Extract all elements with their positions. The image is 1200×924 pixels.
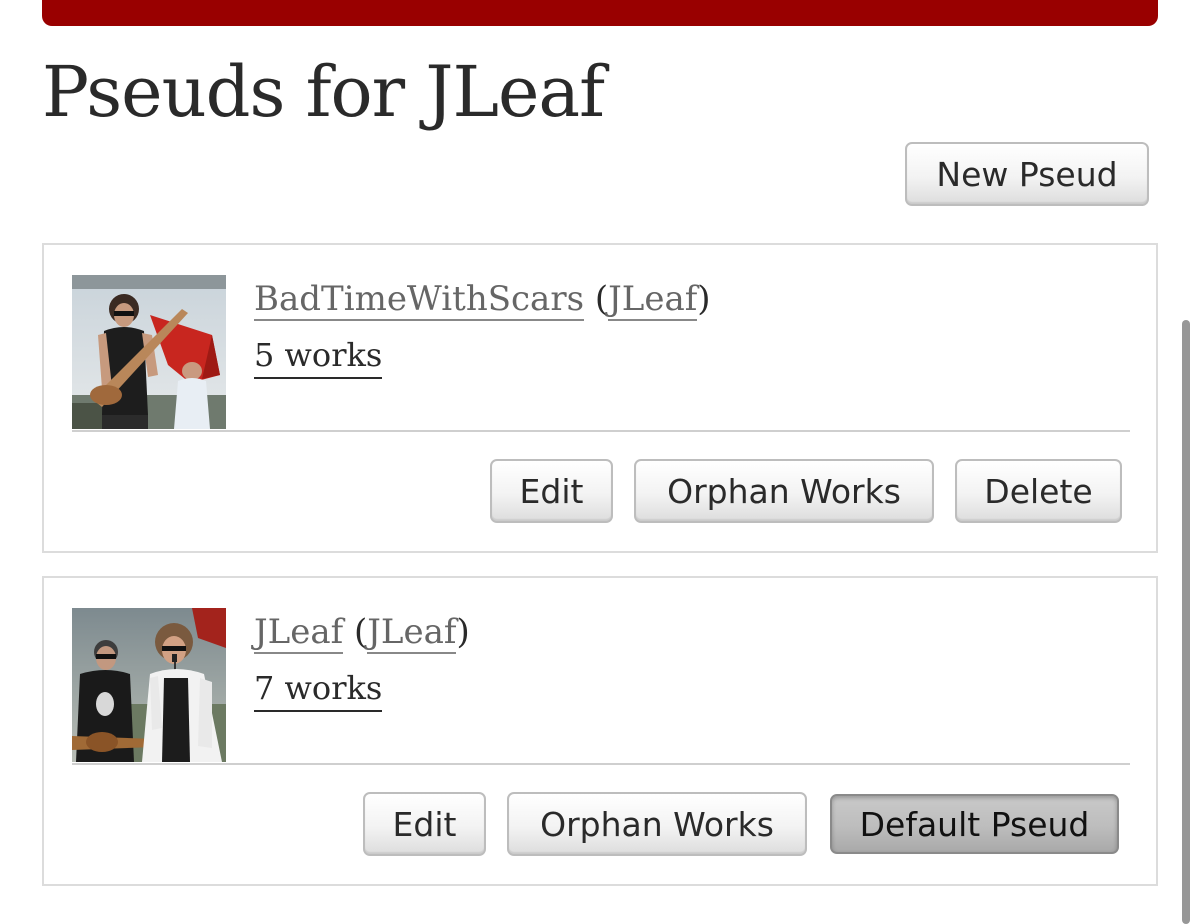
pseud-avatar[interactable] — [72, 275, 226, 429]
scrollbar[interactable] — [1182, 320, 1190, 924]
edit-button[interactable]: Edit — [490, 459, 613, 523]
paren-open: ( — [584, 279, 609, 319]
pseud-name-link[interactable]: JLeaf — [254, 612, 344, 654]
header-bar — [42, 0, 1158, 26]
page-title: Pseuds for JLeaf — [42, 51, 605, 133]
edit-button[interactable]: Edit — [363, 792, 486, 856]
band-photo-icon — [72, 608, 226, 762]
pseud-name-link[interactable]: BadTimeWithScars — [254, 279, 585, 321]
default-pseud-button[interactable]: Default Pseud — [830, 794, 1119, 854]
works-count-link[interactable]: 7 works — [254, 666, 383, 712]
new-pseud-button[interactable]: New Pseud — [905, 142, 1149, 206]
guitarist-photo-icon — [72, 275, 226, 429]
paren-close: ) — [456, 612, 470, 652]
pseud-card: BadTimeWithScars (JLeaf) 5 works Edit Or… — [42, 243, 1158, 553]
pseud-card: JLeaf (JLeaf) 7 works Edit Orphan Works … — [42, 576, 1158, 886]
pseud-name-line: BadTimeWithScars (JLeaf) — [254, 277, 711, 321]
orphan-works-button[interactable]: Orphan Works — [634, 459, 934, 523]
works-count-link[interactable]: 5 works — [254, 333, 383, 379]
card-divider — [72, 430, 1130, 432]
paren-close: ) — [697, 279, 711, 319]
delete-button[interactable]: Delete — [955, 459, 1122, 523]
paren-open: ( — [343, 612, 368, 652]
user-link[interactable]: JLeaf — [608, 279, 698, 321]
user-link[interactable]: JLeaf — [367, 612, 457, 654]
pseud-avatar[interactable] — [72, 608, 226, 762]
card-divider — [72, 763, 1130, 765]
pseud-name-line: JLeaf (JLeaf) — [254, 610, 470, 654]
orphan-works-button[interactable]: Orphan Works — [507, 792, 807, 856]
